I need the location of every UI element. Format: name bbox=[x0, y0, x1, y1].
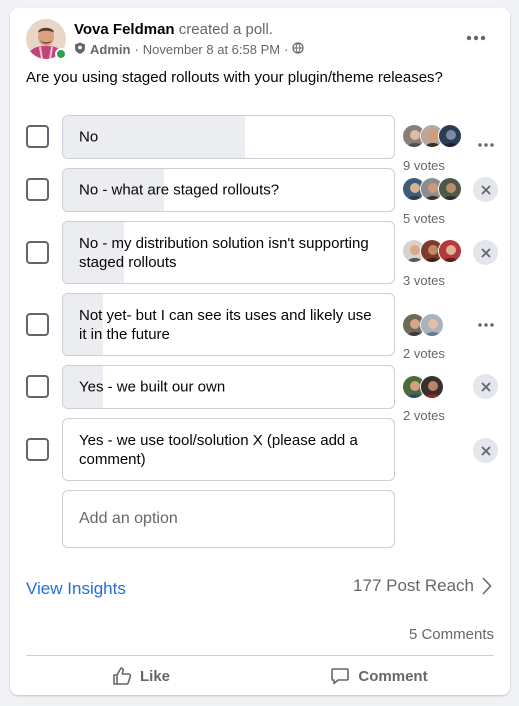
more-horizontal-icon bbox=[477, 322, 494, 327]
like-label: Like bbox=[139, 667, 170, 685]
poll-option-label: No - what are staged rollouts? bbox=[79, 181, 280, 199]
poll-option-label: No bbox=[79, 128, 99, 146]
post-reach-label: 177 Post Reach bbox=[353, 576, 474, 595]
poll-option-button[interactable]: Not yet- but I can see its uses and like… bbox=[62, 293, 395, 356]
post-reach-link[interactable]: 177 Post Reach bbox=[353, 576, 492, 596]
poll-option-button[interactable]: No - my distribution solution isn't supp… bbox=[62, 221, 395, 284]
view-insights-link[interactable]: View Insights bbox=[26, 579, 126, 599]
post-timestamp[interactable]: November 8 at 6:58 PM bbox=[143, 42, 280, 57]
more-horizontal-icon bbox=[477, 142, 494, 147]
shield-icon bbox=[74, 42, 86, 57]
poll-option-row: No - what are staged rollouts? 5 votes bbox=[10, 168, 510, 226]
vote-count[interactable]: 2 votes bbox=[403, 346, 445, 361]
poll-option-label: No - my distribution solution isn't supp… bbox=[79, 234, 369, 271]
add-option-input[interactable] bbox=[62, 490, 395, 548]
voter-avatar bbox=[438, 239, 462, 263]
close-icon bbox=[481, 248, 490, 257]
poll-option-label: Yes - we built our own bbox=[79, 378, 226, 396]
more-horizontal-icon bbox=[466, 35, 486, 41]
poll-option-row: Not yet- but I can see its uses and like… bbox=[10, 293, 510, 361]
comment-button[interactable]: Comment bbox=[264, 660, 494, 692]
post-header: Vova Feldman created a poll. bbox=[74, 21, 273, 38]
close-icon bbox=[481, 382, 490, 391]
voter-avatar bbox=[438, 177, 462, 201]
meta-separator: · bbox=[134, 42, 139, 57]
voter-avatar bbox=[438, 124, 462, 148]
voter-avatars[interactable] bbox=[402, 239, 462, 263]
voter-avatars[interactable] bbox=[402, 177, 462, 201]
poll-option-checkbox[interactable] bbox=[26, 178, 49, 201]
post-options-button[interactable] bbox=[462, 26, 490, 50]
online-status-indicator bbox=[55, 48, 67, 60]
meta-separator: · bbox=[284, 42, 289, 57]
thumbs-up-icon bbox=[113, 667, 132, 685]
like-button[interactable]: Like bbox=[26, 660, 256, 692]
poll-option-button[interactable]: No - what are staged rollouts? bbox=[62, 168, 395, 212]
poll-post-card: Vova Feldman created a poll. Admin · Nov… bbox=[10, 8, 510, 695]
poll-option-row: No - my distribution solution isn't supp… bbox=[10, 221, 510, 288]
poll-option-checkbox[interactable] bbox=[26, 375, 49, 398]
option-more-button[interactable] bbox=[473, 312, 498, 337]
poll-option-row: Yes - we use tool/solution X (please add… bbox=[10, 418, 510, 481]
chevron-right-icon bbox=[482, 577, 492, 595]
author-name[interactable]: Vova Feldman bbox=[74, 21, 175, 38]
poll-option-row: No 9 votes bbox=[10, 115, 510, 173]
voter-avatars[interactable] bbox=[402, 375, 444, 399]
poll-option-button[interactable]: No bbox=[62, 115, 395, 159]
close-icon bbox=[481, 185, 490, 194]
poll-question: Are you using staged rollouts with your … bbox=[26, 69, 443, 86]
poll-option-checkbox[interactable] bbox=[26, 313, 49, 336]
remove-option-button[interactable] bbox=[473, 438, 498, 463]
poll-option-checkbox[interactable] bbox=[26, 241, 49, 264]
post-meta: Admin · November 8 at 6:58 PM · bbox=[74, 42, 305, 57]
poll-option-label: Not yet- but I can see its uses and like… bbox=[79, 306, 372, 343]
comment-label: Comment bbox=[358, 667, 428, 685]
remove-vote-button[interactable] bbox=[473, 240, 498, 265]
comments-count-link[interactable]: 5 Comments bbox=[409, 626, 494, 643]
poll-option-button[interactable]: Yes - we built our own bbox=[62, 365, 395, 409]
post-action-text: created a poll. bbox=[178, 21, 273, 38]
vote-count[interactable]: 3 votes bbox=[403, 273, 445, 288]
poll-option-button[interactable]: Yes - we use tool/solution X (please add… bbox=[62, 418, 395, 481]
voter-avatar bbox=[420, 375, 444, 399]
remove-vote-button[interactable] bbox=[473, 177, 498, 202]
remove-vote-button[interactable] bbox=[473, 374, 498, 399]
close-icon bbox=[481, 446, 490, 455]
poll-option-checkbox[interactable] bbox=[26, 125, 49, 148]
footer-divider bbox=[26, 655, 494, 656]
voter-avatars[interactable] bbox=[402, 124, 462, 148]
voter-avatar bbox=[420, 313, 444, 337]
author-role: Admin bbox=[90, 42, 131, 57]
poll-option-row: Yes - we built our own 2 votes bbox=[10, 365, 510, 423]
poll-option-checkbox[interactable] bbox=[26, 438, 49, 461]
option-more-button[interactable] bbox=[473, 132, 498, 157]
poll-option-label: Yes - we use tool/solution X (please add… bbox=[79, 431, 358, 468]
voter-avatars[interactable] bbox=[402, 313, 444, 337]
globe-icon[interactable] bbox=[292, 42, 305, 57]
comment-bubble-icon bbox=[331, 668, 350, 685]
